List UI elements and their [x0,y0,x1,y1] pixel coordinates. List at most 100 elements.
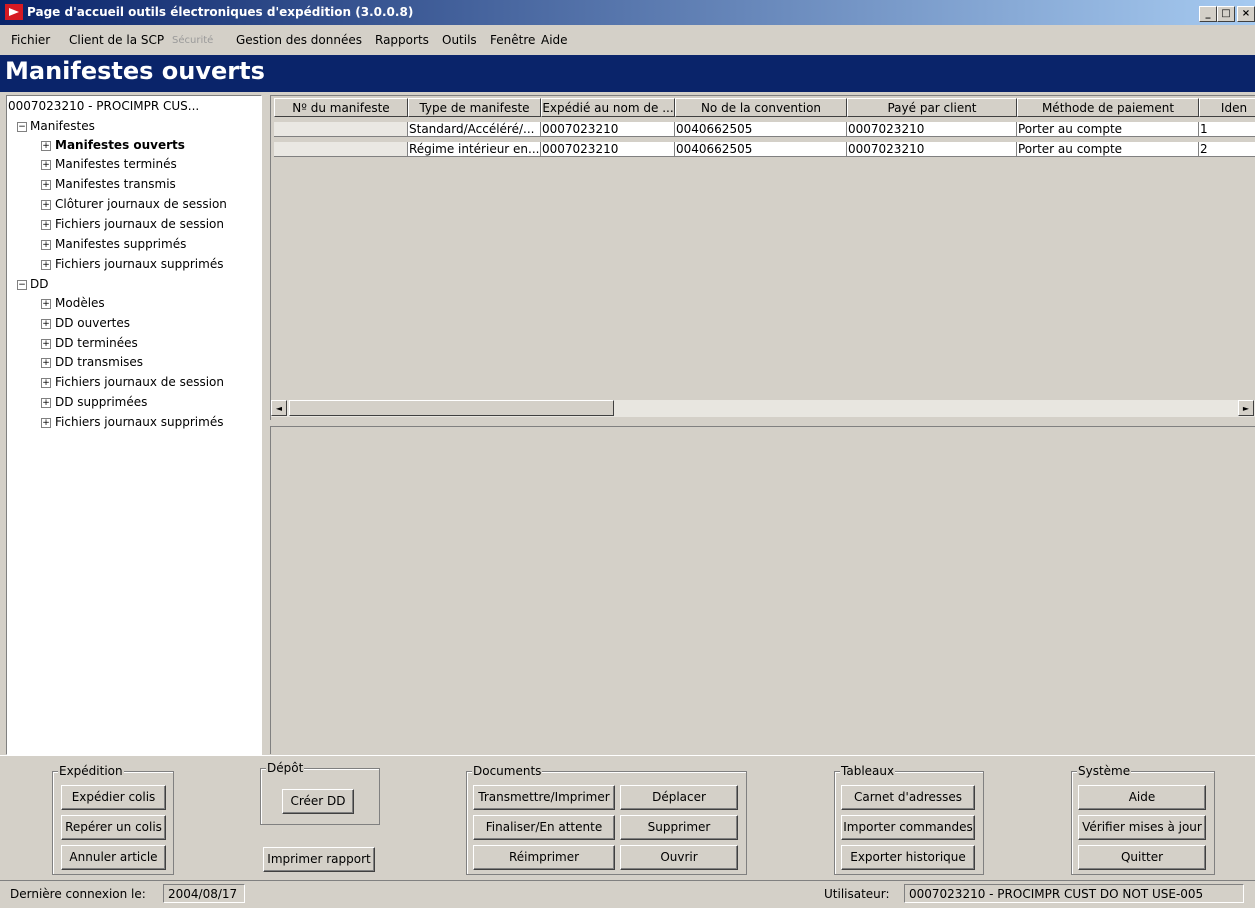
collapse-icon[interactable]: − [17,122,27,132]
expand-icon[interactable]: + [41,260,51,270]
scrollbar-thumb[interactable] [289,400,614,416]
table-cell[interactable]: 0007023210 [541,122,675,137]
menu-gestion-donnees[interactable]: Gestion des données [236,33,362,47]
verifier-mises-a-jour-button[interactable]: Vérifier mises à jour [1078,815,1206,840]
menu-fichier[interactable]: Fichier [11,33,50,47]
aide-button[interactable]: Aide [1078,785,1206,810]
scroll-left-icon[interactable]: ◄ [271,400,287,416]
imprimer-rapport-button[interactable]: Imprimer rapport [263,847,375,872]
expand-icon[interactable]: + [41,418,51,428]
menu-rapports[interactable]: Rapports [375,33,429,47]
expand-icon[interactable]: + [41,180,51,190]
expand-icon[interactable]: + [41,299,51,309]
expand-icon[interactable]: + [41,160,51,170]
table-cell[interactable]: 0040662505 [675,142,847,157]
expand-icon[interactable]: + [41,220,51,230]
expand-icon[interactable]: + [41,200,51,210]
tree-item-manifestes-supprimes[interactable]: Manifestes supprimés [55,237,186,251]
detail-panel [270,427,1255,754]
minimize-button[interactable]: _ [1199,6,1217,22]
tree-item-dd-ouvertes[interactable]: DD ouvertes [55,316,130,330]
navigation-tree[interactable]: 0007023210 - PROCIMPR CUS... − Manifeste… [6,95,262,755]
tree-item-fichiers-journaux-session[interactable]: Fichiers journaux de session [55,217,224,231]
manifest-grid[interactable]: Nº du manifeste Type de manifeste Expédi… [270,95,1255,421]
column-header-contract-no[interactable]: No de la convention [675,98,847,117]
column-header-paid-by[interactable]: Payé par client [847,98,1017,117]
page-header: Manifestes ouverts [0,55,1255,92]
expand-icon[interactable]: + [41,339,51,349]
title-bar: Page d'accueil outils électroniques d'ex… [0,0,1255,25]
importer-commandes-button[interactable]: Importer commandes [841,815,975,840]
close-button[interactable]: × [1237,6,1255,22]
tree-item-manifestes-ouverts[interactable]: Manifestes ouverts [55,138,185,152]
tree-item-modeles[interactable]: Modèles [55,296,105,310]
menu-fenetre[interactable]: Fenêtre [490,33,535,47]
table-cell[interactable]: Régime intérieur en... [408,142,541,157]
scroll-right-icon[interactable]: ► [1238,400,1254,416]
creer-dd-button[interactable]: Créer DD [282,789,354,814]
expedier-colis-button[interactable]: Expédier colis [61,785,166,810]
page-title: Manifestes ouverts [5,57,265,85]
horizontal-splitter[interactable] [270,420,1255,427]
table-cell[interactable]: 2 [1199,142,1255,157]
table-cell[interactable]: 1 [1199,122,1255,137]
expand-icon[interactable]: + [41,141,51,151]
table-cell[interactable]: 0040662505 [675,122,847,137]
reperer-colis-button[interactable]: Repérer un colis [61,815,166,840]
column-header-manifest-type[interactable]: Type de manifeste [408,98,541,117]
reimprimer-button[interactable]: Réimprimer [473,845,615,870]
tree-root[interactable]: 0007023210 - PROCIMPR CUS... [8,99,199,113]
carnet-adresses-button[interactable]: Carnet d'adresses [841,785,975,810]
window-title: Page d'accueil outils électroniques d'ex… [27,5,414,19]
maximize-button[interactable]: □ [1217,6,1235,22]
action-area: Expédition Expédier colis Repérer un col… [0,755,1255,881]
expand-icon[interactable]: + [41,358,51,368]
menu-bar: Fichier Client de la SCP Sécurité Gestio… [0,31,1255,51]
ouvrir-button[interactable]: Ouvrir [620,845,738,870]
tree-item-cloturer-journaux[interactable]: Clôturer journaux de session [55,197,227,211]
vertical-splitter[interactable] [262,92,268,754]
quitter-button[interactable]: Quitter [1078,845,1206,870]
expand-icon[interactable]: + [41,319,51,329]
expand-icon[interactable]: + [41,240,51,250]
deplacer-button[interactable]: Déplacer [620,785,738,810]
table-cell[interactable] [274,122,408,137]
tree-item-fichiers-journaux-supprimes[interactable]: Fichiers journaux supprimés [55,257,223,271]
exporter-historique-button[interactable]: Exporter historique [841,845,975,870]
tree-item-manifestes-transmis[interactable]: Manifestes transmis [55,177,176,191]
group-label-documents: Documents [472,764,543,778]
tree-item-manifestes-termines[interactable]: Manifestes terminés [55,157,177,171]
last-login-label: Dernière connexion le: [10,887,146,901]
tree-item-dd-supprimees[interactable]: DD supprimées [55,395,147,409]
tree-item-dd-terminees[interactable]: DD terminées [55,336,138,350]
table-cell[interactable]: Standard/Accéléré/... [408,122,541,137]
tree-item-dd-transmises[interactable]: DD transmises [55,355,143,369]
annuler-article-button[interactable]: Annuler article [61,845,166,870]
last-login-value: 2004/08/17 [163,884,245,903]
group-label-expedition: Expédition [58,764,124,778]
table-cell[interactable]: 0007023210 [541,142,675,157]
collapse-icon[interactable]: − [17,280,27,290]
tree-group-manifestes[interactable]: Manifestes [30,119,95,133]
table-cell[interactable]: Porter au compte [1017,122,1199,137]
table-cell[interactable]: Porter au compte [1017,142,1199,157]
horizontal-scrollbar[interactable]: ◄ ► [271,400,1255,417]
supprimer-button[interactable]: Supprimer [620,815,738,840]
table-cell[interactable]: 0007023210 [847,142,1017,157]
table-cell[interactable]: 0007023210 [847,122,1017,137]
tree-group-dd[interactable]: DD [30,277,48,291]
column-header-id[interactable]: Iden [1199,98,1255,117]
expand-icon[interactable]: + [41,398,51,408]
column-header-payment-method[interactable]: Méthode de paiement [1017,98,1199,117]
column-header-manifest-no[interactable]: Nº du manifeste [274,98,408,117]
expand-icon[interactable]: + [41,378,51,388]
table-cell[interactable] [274,142,408,157]
menu-client-scp[interactable]: Client de la SCP [69,33,164,47]
tree-item-dd-fichiers-journaux-session[interactable]: Fichiers journaux de session [55,375,224,389]
column-header-shipped-for[interactable]: Expédié au nom de ... [541,98,675,117]
transmettre-imprimer-button[interactable]: Transmettre/Imprimer [473,785,615,810]
tree-item-dd-fichiers-journaux-supprimes[interactable]: Fichiers journaux supprimés [55,415,223,429]
finaliser-en-attente-button[interactable]: Finaliser/En attente [473,815,615,840]
menu-outils[interactable]: Outils [442,33,477,47]
menu-aide[interactable]: Aide [541,33,568,47]
